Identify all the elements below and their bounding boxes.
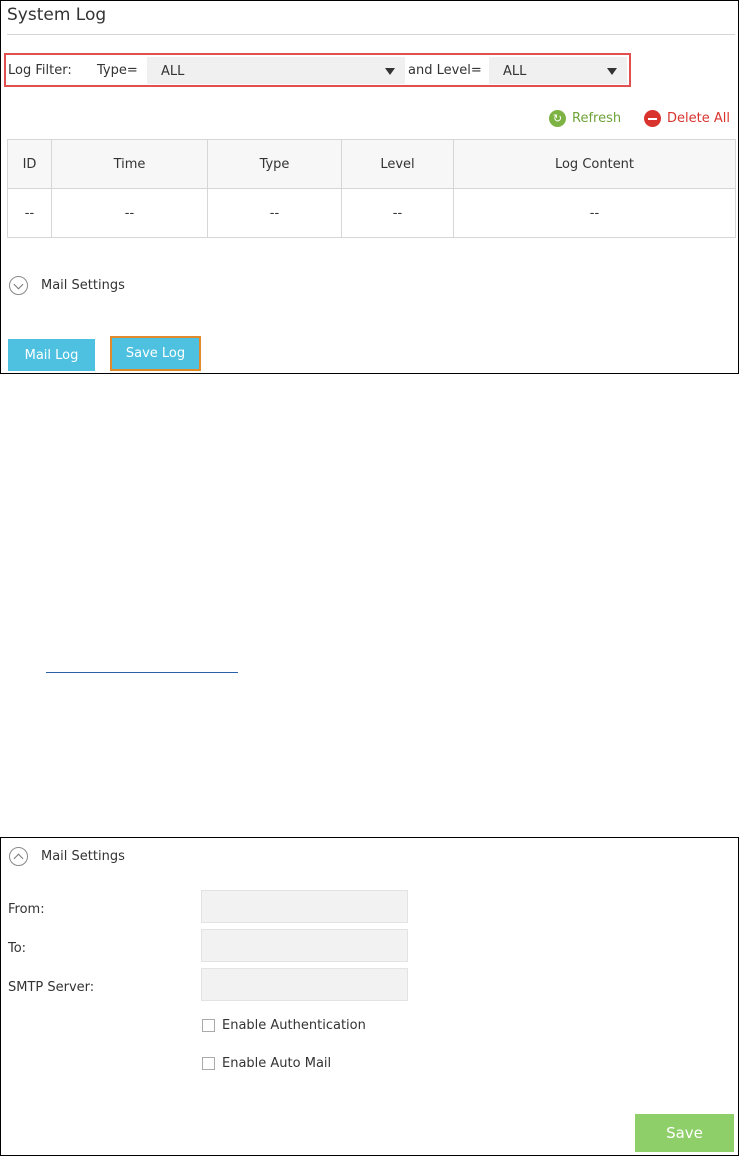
level-select-value: ALL <box>503 64 527 79</box>
underline-link[interactable] <box>46 672 238 673</box>
chevron-up-circle-icon <box>9 847 28 866</box>
mail-settings-label: Mail Settings <box>41 278 125 293</box>
enable-authentication-checkbox[interactable]: Enable Authentication <box>202 1018 366 1033</box>
title-divider <box>7 34 735 35</box>
save-log-button[interactable]: Save Log <box>110 336 201 371</box>
mail-settings-toggle[interactable]: Mail Settings <box>9 847 125 866</box>
mail-settings-toggle[interactable]: Mail Settings <box>9 276 125 295</box>
column-header-type: Type <box>207 139 342 189</box>
chevron-down-icon <box>385 68 395 75</box>
level-label: and Level= <box>408 63 482 78</box>
column-header-log-content: Log Content <box>453 139 736 189</box>
table-cell: -- <box>51 188 208 238</box>
type-select[interactable]: ALL <box>147 57 405 84</box>
log-table: ID Time Type Level Log Content -- -- -- … <box>7 139 736 238</box>
chevron-down-circle-icon <box>9 276 28 295</box>
column-header-time: Time <box>51 139 208 189</box>
table-header-row: ID Time Type Level Log Content <box>7 139 736 189</box>
table-cell: -- <box>341 188 454 238</box>
type-select-value: ALL <box>161 64 185 79</box>
level-select[interactable]: ALL <box>489 57 627 84</box>
table-row: -- -- -- -- -- <box>7 188 736 238</box>
smtp-server-input[interactable] <box>201 968 408 1001</box>
log-filter-box: Log Filter: Type= ALL and Level= ALL <box>4 53 631 87</box>
save-button[interactable]: Save <box>635 1114 734 1152</box>
to-input[interactable] <box>201 929 408 962</box>
enable-auto-mail-label: Enable Auto Mail <box>222 1056 332 1071</box>
enable-authentication-label: Enable Authentication <box>222 1018 366 1033</box>
table-cell: -- <box>453 188 736 238</box>
type-label: Type= <box>97 63 138 78</box>
table-cell: -- <box>207 188 342 238</box>
table-cell: -- <box>7 188 52 238</box>
refresh-icon: ↻ <box>549 110 566 127</box>
delete-all-button[interactable]: Delete All <box>644 110 730 127</box>
column-header-level: Level <box>341 139 454 189</box>
smtp-server-label: SMTP Server: <box>8 980 95 995</box>
to-label: To: <box>8 941 27 956</box>
chevron-down-icon <box>607 68 617 75</box>
from-label: From: <box>8 902 45 917</box>
checkbox-icon[interactable] <box>202 1057 215 1070</box>
mail-settings-label: Mail Settings <box>41 849 125 864</box>
column-header-id: ID <box>7 139 52 189</box>
enable-auto-mail-checkbox[interactable]: Enable Auto Mail <box>202 1056 331 1071</box>
mail-settings-panel: Mail Settings From: To: SMTP Server: Ena… <box>0 837 739 1156</box>
log-filter-label: Log Filter: <box>8 63 72 78</box>
refresh-button[interactable]: ↻ Refresh <box>549 110 621 127</box>
system-log-panel: System Log Log Filter: Type= ALL and Lev… <box>0 0 739 374</box>
minus-circle-icon <box>644 110 661 127</box>
page-title: System Log <box>7 5 107 25</box>
checkbox-icon[interactable] <box>202 1019 215 1032</box>
mail-log-button[interactable]: Mail Log <box>8 339 95 371</box>
refresh-label: Refresh <box>572 111 622 126</box>
delete-all-label: Delete All <box>667 111 730 126</box>
from-input[interactable] <box>201 890 408 923</box>
